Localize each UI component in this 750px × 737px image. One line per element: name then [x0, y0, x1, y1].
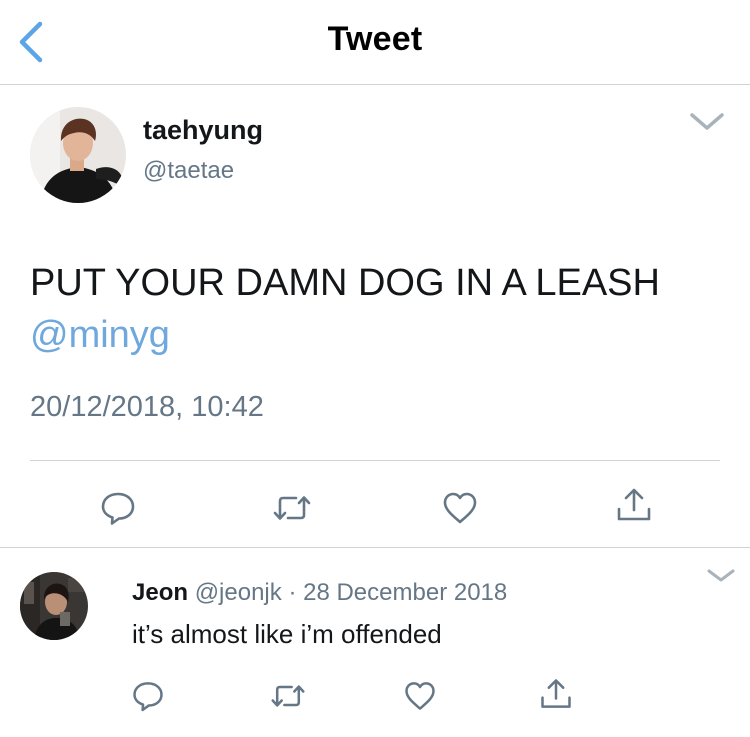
- reply-header: Jeon @jeonjk · 28 December 2018: [132, 579, 507, 607]
- page-title: Tweet: [327, 20, 423, 58]
- author-handle: @taetae: [143, 157, 235, 184]
- tweet-text: PUT YOUR DAMN DOG IN A LEASH @minyg: [30, 257, 730, 361]
- reply-author-name[interactable]: Jeon: [132, 579, 188, 606]
- reply-icon: [101, 492, 135, 525]
- reply-icon: [133, 682, 163, 712]
- heart-icon: [443, 492, 477, 524]
- avatar[interactable]: [30, 107, 126, 203]
- reply-more-options-button[interactable]: [706, 568, 736, 584]
- heart-icon: [405, 682, 435, 710]
- reply-like-button[interactable]: [402, 678, 438, 714]
- share-icon: [617, 488, 651, 521]
- retweet-icon: [271, 685, 305, 707]
- reply-button[interactable]: [98, 488, 138, 528]
- reply-reply-button[interactable]: [130, 678, 166, 714]
- mention-link[interactable]: @minyg: [30, 309, 730, 361]
- reply-text: it’s almost like i’m offended: [132, 619, 442, 649]
- chevron-down-icon: [690, 113, 724, 130]
- reply-tweet: Jeon @jeonjk · 28 December 2018 it’s alm…: [0, 548, 750, 737]
- main-tweet: taehyung @taetae PUT YOUR DAMN DOG IN A …: [0, 85, 750, 548]
- tweet-body: PUT YOUR DAMN DOG IN A LEASH: [30, 262, 660, 304]
- divider: [30, 460, 720, 461]
- share-button[interactable]: [614, 485, 654, 525]
- like-button[interactable]: [440, 488, 480, 528]
- author-name[interactable]: taehyung: [143, 115, 263, 146]
- reply-date: 28 December 2018: [303, 579, 508, 606]
- reply-share-button[interactable]: [538, 676, 574, 712]
- chevron-down-icon: [707, 569, 735, 582]
- more-options-button[interactable]: [688, 111, 726, 133]
- reply-author-handle: @jeonjk: [194, 579, 282, 606]
- share-icon: [541, 679, 571, 708]
- reply-avatar[interactable]: [20, 572, 88, 640]
- nav-bar: Tweet: [0, 0, 750, 85]
- tweet-timestamp: 20/12/2018, 10:42: [30, 391, 264, 423]
- meta-separator: ·: [288, 579, 297, 606]
- reply-retweet-button[interactable]: [270, 678, 306, 714]
- retweet-button[interactable]: [272, 488, 312, 528]
- retweet-icon: [273, 496, 311, 520]
